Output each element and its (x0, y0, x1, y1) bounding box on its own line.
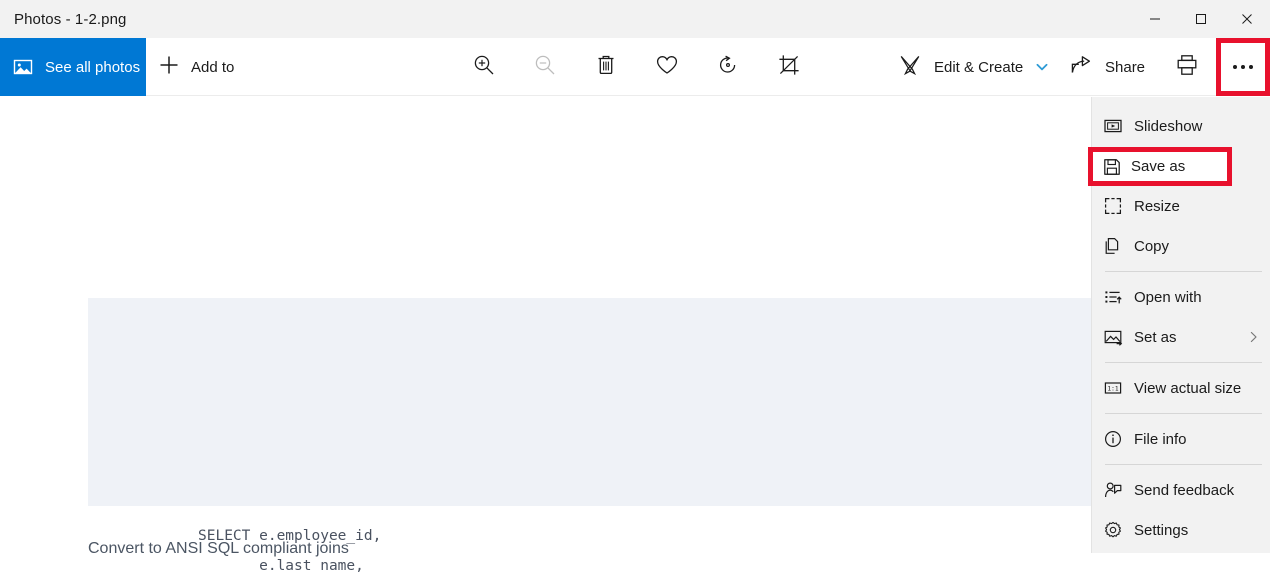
save-icon (1093, 157, 1131, 177)
menu-item-set-as[interactable]: Set as (1092, 317, 1270, 357)
document-subheading: Convert to ANSI SQL compliant joins (88, 540, 349, 558)
actual-size-icon: 1:1 (1092, 378, 1134, 398)
menu-separator (1105, 271, 1262, 272)
see-all-photos-button[interactable]: See all photos (0, 38, 146, 96)
info-icon (1092, 429, 1134, 449)
code-block: SELECT e.employee_id, e.last_name, e.dep… (88, 298, 1092, 506)
image-viewport[interactable]: Oracle propriety joins SELECT e.employee… (0, 97, 1092, 572)
menu-item-resize[interactable]: Resize (1092, 186, 1270, 226)
crop-icon (777, 53, 801, 82)
edit-create-label: Edit & Create (934, 59, 1023, 76)
menu-item-file-info[interactable]: File info (1092, 419, 1270, 459)
menu-item-label: Save as (1131, 158, 1185, 175)
edit-create-button[interactable]: Edit & Create (898, 38, 1049, 96)
menu-separator (1105, 413, 1262, 414)
edit-create-icon (898, 53, 922, 82)
delete-button[interactable] (578, 38, 634, 96)
trash-icon (595, 53, 617, 82)
slideshow-icon (1092, 116, 1134, 136)
menu-item-copy[interactable]: Copy (1092, 226, 1270, 266)
share-button[interactable]: Share (1069, 38, 1145, 96)
menu-item-label: Resize (1134, 198, 1180, 215)
zoom-in-button[interactable] (456, 38, 512, 96)
zoom-in-icon (472, 53, 496, 82)
add-to-button[interactable]: Add to (158, 38, 234, 96)
share-label: Share (1105, 59, 1145, 76)
menu-item-label: Slideshow (1134, 118, 1202, 135)
minimize-icon (1149, 13, 1161, 25)
menu-item-label: Open with (1134, 289, 1202, 306)
close-button[interactable] (1224, 0, 1270, 38)
menu-item-send-feedback[interactable]: Send feedback (1092, 470, 1270, 510)
menu-item-view-actual-size[interactable]: 1:1 View actual size (1092, 368, 1270, 408)
zoom-out-icon (533, 53, 557, 82)
maximize-button[interactable] (1178, 0, 1224, 38)
menu-separator (1105, 362, 1262, 363)
set-as-icon (1092, 327, 1134, 347)
add-to-label: Add to (191, 59, 234, 76)
gear-icon (1092, 520, 1134, 540)
more-options-button[interactable] (1216, 38, 1270, 96)
chevron-right-icon (1247, 331, 1260, 344)
feedback-icon (1092, 480, 1134, 500)
menu-item-label: Settings (1134, 522, 1188, 539)
see-all-photos-label: See all photos (45, 59, 140, 76)
crop-button[interactable] (761, 38, 817, 96)
menu-item-open-with[interactable]: Open with (1092, 277, 1270, 317)
menu-item-label: Set as (1134, 329, 1177, 346)
resize-icon (1092, 196, 1134, 216)
menu-item-settings[interactable]: Settings (1092, 510, 1270, 550)
copy-icon (1092, 236, 1134, 256)
window-title: Photos - 1-2.png (14, 11, 127, 28)
svg-text:1:1: 1:1 (1107, 386, 1118, 393)
title-bar: Photos - 1-2.png (0, 0, 1270, 38)
photos-icon (13, 57, 33, 77)
menu-item-slideshow[interactable]: Slideshow (1092, 106, 1270, 146)
photos-app-window: Photos - 1-2.png (0, 0, 1270, 572)
menu-item-label: View actual size (1134, 380, 1241, 397)
favorite-button[interactable] (639, 38, 695, 96)
command-bar: See all photos Add to (0, 38, 1270, 96)
menu-item-label: Copy (1134, 238, 1169, 255)
maximize-icon (1195, 13, 1207, 25)
close-icon (1241, 13, 1253, 25)
menu-separator (1105, 464, 1262, 465)
chevron-down-icon[interactable] (1035, 60, 1049, 74)
print-button[interactable] (1159, 38, 1215, 96)
minimize-button[interactable] (1132, 0, 1178, 38)
plus-icon (158, 54, 180, 81)
zoom-out-button[interactable] (517, 38, 573, 96)
ellipsis-icon (1233, 65, 1253, 69)
rotate-button[interactable] (700, 38, 756, 96)
menu-item-label: File info (1134, 431, 1187, 448)
window-controls (1132, 0, 1270, 38)
share-icon (1069, 54, 1093, 81)
heart-icon (655, 54, 679, 81)
print-icon (1175, 53, 1199, 82)
rotate-icon (716, 53, 740, 82)
menu-item-save-as[interactable]: Save as (1088, 147, 1232, 186)
open-with-icon (1092, 287, 1134, 307)
menu-item-label: Send feedback (1134, 482, 1234, 499)
